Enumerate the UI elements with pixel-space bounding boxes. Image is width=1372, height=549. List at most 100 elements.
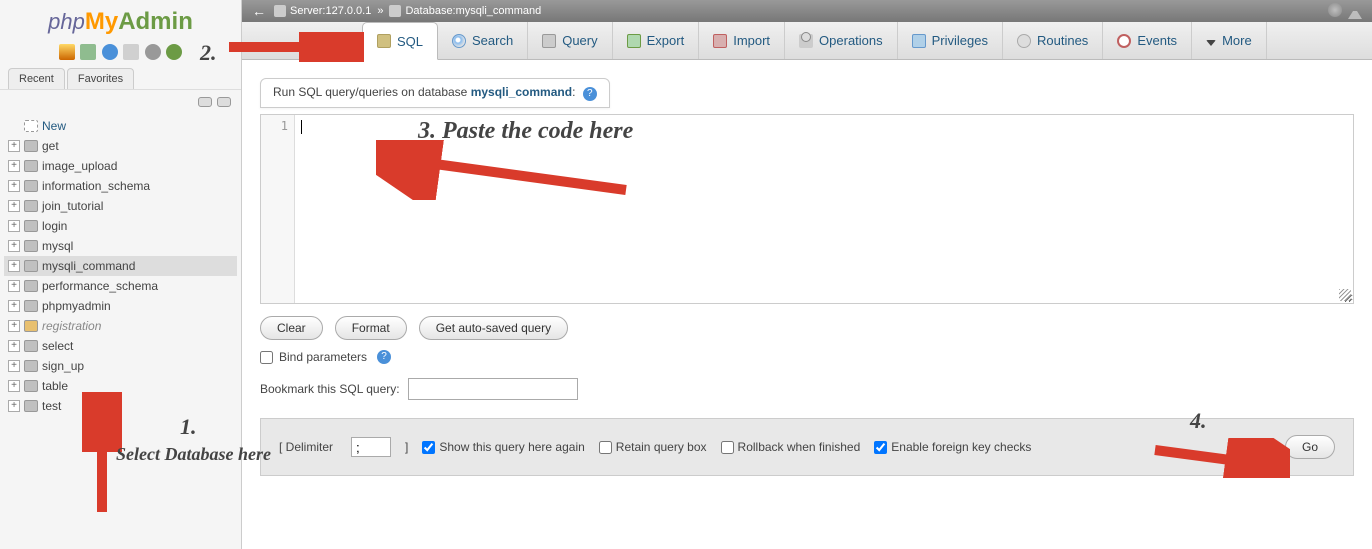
tab-import[interactable]: Import: [699, 22, 785, 59]
tree-db-registration[interactable]: +registration: [4, 316, 237, 336]
tree-db-login[interactable]: +login: [4, 216, 237, 236]
tree-db-join_tutorial[interactable]: +join_tutorial: [4, 196, 237, 216]
navi-settings-icon[interactable]: [123, 44, 139, 60]
database-icon: [24, 180, 38, 192]
sidebar-toolbar: [0, 40, 241, 68]
main-tabs: SQL Search Query Export Import Operation…: [242, 22, 1372, 60]
expand-icon[interactable]: +: [8, 260, 20, 272]
editor-gutter: 1: [261, 115, 295, 303]
expand-icon[interactable]: +: [8, 320, 20, 332]
database-icon: [24, 300, 38, 312]
expand-icon[interactable]: +: [8, 160, 20, 172]
tab-privileges[interactable]: Privileges: [898, 22, 1003, 59]
search-icon: [452, 34, 466, 48]
tree-db-select[interactable]: +select: [4, 336, 237, 356]
expand-icon[interactable]: +: [8, 380, 20, 392]
tree-db-sign_up[interactable]: +sign_up: [4, 356, 237, 376]
retain-option[interactable]: Retain query box: [599, 440, 707, 454]
expand-icon[interactable]: +: [8, 220, 20, 232]
resize-handle[interactable]: [1339, 289, 1351, 301]
expand-icon[interactable]: +: [8, 300, 20, 312]
breadcrumb-right-icons: [1328, 3, 1362, 19]
privileges-icon: [912, 34, 926, 48]
sidebar: phpMyAdmin Recent Favorites New +get +im…: [0, 0, 242, 549]
fk-checks-option[interactable]: Enable foreign key checks: [874, 440, 1031, 454]
tree-new-database[interactable]: New: [4, 116, 237, 136]
expand-icon[interactable]: +: [8, 180, 20, 192]
expand-icon[interactable]: +: [8, 240, 20, 252]
bind-parameters-label: Bind parameters: [279, 350, 367, 364]
settings-icon[interactable]: [145, 44, 161, 60]
breadcrumb-db-value[interactable]: mysqli_command: [456, 5, 542, 17]
main-panel: ← Server: 127.0.0.1 » Database: mysqli_c…: [242, 0, 1372, 549]
clear-button[interactable]: Clear: [260, 316, 323, 340]
page-settings-icon[interactable]: [1328, 3, 1342, 17]
tree-db-phpmyadmin[interactable]: +phpmyadmin: [4, 296, 237, 316]
reload-icon[interactable]: [166, 44, 182, 60]
tree-db-get[interactable]: +get: [4, 136, 237, 156]
bookmark-label: Bookmark this SQL query:: [260, 382, 400, 396]
editor-buttons: Clear Format Get auto-saved query: [260, 316, 1354, 340]
events-icon: [1117, 34, 1131, 48]
query-icon: [542, 34, 556, 48]
tree-db-table[interactable]: +table: [4, 376, 237, 396]
tab-recent[interactable]: Recent: [8, 68, 65, 89]
collapse-icon[interactable]: [198, 97, 212, 107]
retain-checkbox[interactable]: [599, 441, 612, 454]
show-again-option[interactable]: Show this query here again: [422, 440, 584, 454]
tab-events[interactable]: Events: [1103, 22, 1192, 59]
logout-icon[interactable]: [80, 44, 96, 60]
bookmark-input[interactable]: [408, 378, 578, 400]
format-button[interactable]: Format: [335, 316, 407, 340]
autosaved-button[interactable]: Get auto-saved query: [419, 316, 568, 340]
delimiter-label: [ Delimiter: [279, 440, 333, 454]
tree-db-test[interactable]: +test: [4, 396, 237, 416]
tab-routines[interactable]: Routines: [1003, 22, 1103, 59]
fk-checks-checkbox[interactable]: [874, 441, 887, 454]
new-db-icon: [24, 120, 38, 132]
database-bc-icon: [389, 5, 401, 17]
rollback-option[interactable]: Rollback when finished: [721, 440, 861, 454]
sql-editor[interactable]: 1: [260, 114, 1354, 304]
expand-icon[interactable]: +: [8, 200, 20, 212]
tree-db-mysql[interactable]: +mysql: [4, 236, 237, 256]
delimiter-input[interactable]: [351, 437, 391, 457]
expand-icon[interactable]: +: [8, 140, 20, 152]
delimiter-close: ]: [405, 440, 408, 454]
back-arrow-icon[interactable]: ←: [252, 3, 266, 19]
collapse-top-icon[interactable]: [1348, 5, 1362, 19]
logo-php: php: [48, 9, 85, 34]
rollback-checkbox[interactable]: [721, 441, 734, 454]
show-again-checkbox[interactable]: [422, 441, 435, 454]
tab-search[interactable]: Search: [438, 22, 528, 59]
tab-export[interactable]: Export: [613, 22, 700, 59]
help-icon[interactable]: ?: [377, 350, 391, 364]
tree-db-mysqli_command[interactable]: +mysqli_command: [4, 256, 237, 276]
tree-db-image_upload[interactable]: +image_upload: [4, 156, 237, 176]
bind-parameters-checkbox[interactable]: [260, 351, 273, 364]
tab-sql[interactable]: SQL: [362, 22, 438, 60]
expand-icon[interactable]: +: [8, 340, 20, 352]
tab-operations[interactable]: Operations: [785, 22, 898, 59]
expand-icon[interactable]: +: [8, 280, 20, 292]
expand-icon[interactable]: +: [8, 400, 20, 412]
tree-collapse-controls: [0, 90, 241, 116]
export-icon: [627, 34, 641, 48]
tab-more[interactable]: More: [1192, 22, 1267, 59]
tab-query[interactable]: Query: [528, 22, 612, 59]
tree-db-information_schema[interactable]: +information_schema: [4, 176, 237, 196]
tree-db-performance_schema[interactable]: +performance_schema: [4, 276, 237, 296]
editor-textarea[interactable]: [295, 115, 1353, 303]
docs-icon[interactable]: [102, 44, 118, 60]
home-icon[interactable]: [59, 44, 75, 60]
breadcrumb-server-value[interactable]: 127.0.0.1: [325, 5, 371, 17]
database-icon: [24, 280, 38, 292]
sidebar-quick-tabs: Recent Favorites: [0, 68, 241, 90]
help-icon[interactable]: ?: [583, 87, 597, 101]
tab-favorites[interactable]: Favorites: [67, 68, 134, 89]
go-button[interactable]: Go: [1285, 435, 1335, 459]
link-icon[interactable]: [217, 97, 231, 107]
logo-admin: Admin: [118, 8, 193, 35]
expand-icon[interactable]: +: [8, 360, 20, 372]
breadcrumb-server-label: Server:: [290, 5, 325, 17]
